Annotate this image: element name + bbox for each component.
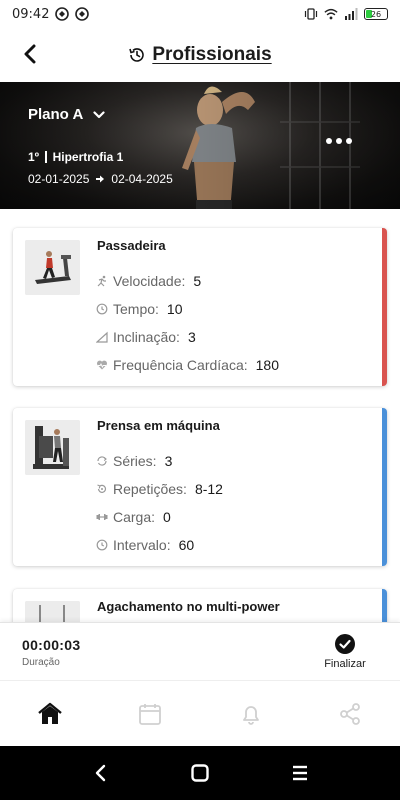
- dot: [336, 138, 342, 144]
- plan-selector[interactable]: Plano A: [28, 106, 105, 123]
- nav-share[interactable]: [337, 701, 363, 727]
- check-circle-icon: [335, 634, 355, 654]
- nav-notifications[interactable]: [238, 701, 264, 727]
- clock-icon: [96, 539, 108, 551]
- treadmill-image: [25, 240, 80, 295]
- metric-label: Séries:: [113, 453, 157, 469]
- bottom-navigation: [0, 680, 400, 746]
- status-time: 09:42: [12, 6, 50, 22]
- finish-workout-button[interactable]: Finalizar: [320, 633, 370, 670]
- history-icon: [129, 48, 145, 62]
- nav-calendar[interactable]: [137, 701, 163, 727]
- finish-label: Finalizar: [324, 658, 366, 670]
- metric-label: Frequência Cardíaca:: [113, 357, 248, 373]
- metric-row: Inclinação: 3: [96, 329, 196, 345]
- chevron-left-icon: [24, 44, 36, 64]
- metric-value: 5: [193, 273, 202, 289]
- metric-row: Repetições: 8-12: [96, 481, 223, 497]
- metric-value: 0: [163, 509, 171, 525]
- bell-icon: [243, 706, 259, 725]
- notification-icon: [75, 7, 90, 21]
- card-accent-bar: [382, 408, 387, 566]
- system-back-button[interactable]: [89, 762, 111, 784]
- exercise-thumbnail: [25, 420, 80, 475]
- home-icon: [38, 702, 62, 724]
- heartbeat-icon: [96, 359, 108, 371]
- metric-value: 60: [178, 537, 195, 553]
- runner-icon: [96, 275, 108, 287]
- exercise-title: Agachamento no multi-power: [97, 599, 280, 614]
- exercise-title: Passadeira: [97, 238, 166, 253]
- chevron-left-icon: [95, 764, 106, 782]
- plan-start-date: 02-01-2025: [28, 172, 90, 186]
- metric-label: Velocidade:: [113, 273, 186, 289]
- workout-timer-bar: 00:00:03 Duração Finalizar: [0, 622, 400, 680]
- status-bar: 09:42 26: [0, 0, 400, 28]
- timer-value: 00:00:03: [22, 637, 81, 653]
- exercise-thumbnail: [25, 240, 80, 295]
- exercise-card[interactable]: Passadeira Velocidade: 5 Tempo: 10 Incli…: [13, 228, 387, 386]
- card-accent-bar: [382, 228, 387, 386]
- app-header: Profissionais: [0, 28, 400, 82]
- metric-row: Velocidade: 5: [96, 273, 201, 289]
- arrow-right-icon: [96, 175, 105, 183]
- metric-value: 3: [164, 453, 173, 469]
- timer-label: Duração: [22, 657, 60, 668]
- divider: [45, 151, 47, 163]
- plan-name: Plano A: [28, 106, 84, 123]
- square-icon: [191, 764, 209, 782]
- workout-name: Hipertrofia 1: [52, 150, 124, 164]
- hero-overlay: [0, 82, 400, 209]
- metric-label: Intervalo:: [113, 537, 171, 553]
- page-title: Profissionais: [152, 44, 272, 65]
- slope-icon: [96, 331, 108, 343]
- share-icon: [340, 703, 360, 725]
- back-button[interactable]: [16, 40, 44, 68]
- exercise-card[interactable]: Prensa em máquina Séries: 3 Repetições: …: [13, 408, 387, 566]
- rotate-icon: [96, 483, 108, 495]
- plan-date-range: 02-01-2025 02-04-2025: [28, 172, 173, 186]
- dot: [326, 138, 332, 144]
- system-home-button[interactable]: [189, 762, 211, 784]
- plan-end-date: 02-04-2025: [111, 172, 173, 186]
- workout-order: 1º: [28, 150, 40, 164]
- signal-icon: [344, 7, 358, 21]
- metric-value: 10: [166, 301, 183, 317]
- metric-value: 180: [255, 357, 279, 373]
- metric-label: Tempo:: [113, 301, 159, 317]
- chevron-down-icon: [93, 110, 105, 118]
- metric-label: Inclinação:: [113, 329, 180, 345]
- system-menu-button[interactable]: [289, 762, 311, 784]
- battery-icon: 26: [364, 8, 388, 20]
- metric-value: 8-12: [194, 481, 223, 497]
- metric-row: Séries: 3: [96, 453, 172, 469]
- leg-press-machine-image: [25, 420, 80, 475]
- notification-icon: [55, 7, 70, 21]
- metric-row: Tempo: 10: [96, 301, 183, 317]
- metric-row: Carga: 0: [96, 509, 171, 525]
- dot: [346, 138, 352, 144]
- metric-label: Repetições:: [113, 481, 187, 497]
- nav-home[interactable]: [37, 701, 63, 727]
- metric-row: Intervalo: 60: [96, 537, 194, 553]
- metric-row: Frequência Cardíaca: 180: [96, 357, 279, 373]
- header-title-group[interactable]: Profissionais: [128, 44, 272, 66]
- menu-icon: [293, 765, 307, 781]
- exercise-title: Prensa em máquina: [97, 418, 220, 433]
- vibrate-icon: [304, 7, 318, 21]
- repeat-icon: [96, 455, 108, 467]
- dumbbell-icon: [96, 511, 108, 523]
- plan-hero-banner: Plano A 1º Hipertrofia 1 02-01-2025 02-0…: [0, 82, 400, 209]
- metric-value: 3: [187, 329, 196, 345]
- calendar-icon: [139, 704, 161, 725]
- wifi-icon: [324, 7, 338, 21]
- system-navigation-bar: [0, 746, 400, 800]
- clock-icon: [96, 303, 108, 315]
- metric-label: Carga:: [113, 509, 156, 525]
- more-options-button[interactable]: [326, 138, 352, 144]
- workout-info: 1º Hipertrofia 1: [28, 150, 123, 164]
